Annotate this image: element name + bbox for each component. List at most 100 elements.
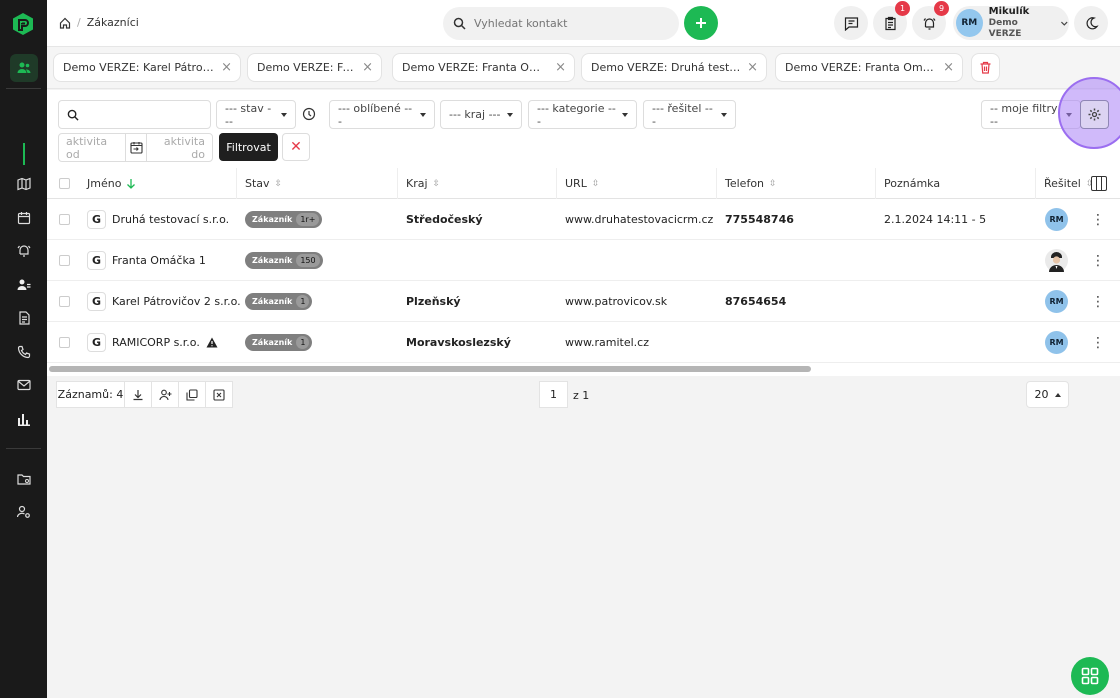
columns-toggle-icon[interactable] [1091,176,1107,191]
app-logo-icon[interactable] [11,12,35,36]
table-row[interactable]: G Franta Omáčka 1 Zákazník 150 ⋮ [47,240,1120,281]
messages-button[interactable] [834,6,868,40]
row-name[interactable]: RAMICORP s.r.o. [112,336,200,349]
tab-item[interactable]: Demo VERZE: Franta Omáčk... × [775,53,963,82]
statistics-icon[interactable] [10,405,38,433]
apps-grid-button[interactable] [1071,657,1109,695]
search-bar[interactable] [443,7,679,40]
category-select[interactable]: --- kategorie --- [528,100,637,129]
history-icon[interactable] [302,107,316,121]
activity-date-range[interactable]: aktivita od aktivita do [58,133,213,162]
row-name[interactable]: Karel Pátrovičov 2 s.r.o. [112,295,241,308]
row-checkbox[interactable] [59,296,70,307]
dark-mode-toggle[interactable] [1074,6,1108,40]
region-select[interactable]: --- kraj --- [440,100,522,129]
user-menu[interactable]: RM Mikulík Demo VERZE [953,6,1069,40]
close-icon[interactable]: × [362,60,373,75]
assignee-select[interactable]: --- řešitel --- [643,100,736,129]
map-icon[interactable] [10,170,38,198]
notifications-button[interactable]: 9 [912,1,949,40]
row-url[interactable]: www.patrovicov.sk [557,281,667,322]
tab-item[interactable]: Demo VERZE: Franta × [247,53,382,82]
filter-settings-button[interactable] [1080,100,1109,129]
tasks-button[interactable]: 1 [873,1,910,40]
row-name[interactable]: Franta Omáčka 1 [112,254,206,267]
more-vertical-icon[interactable]: ⋮ [1091,199,1105,240]
column-name[interactable]: Jméno [79,168,237,199]
row-name[interactable]: Druhá testovací s.r.o. [112,213,229,226]
search-input[interactable] [474,17,654,30]
activity-from-input[interactable]: aktivita od [59,135,119,161]
bell-alarm-icon[interactable] [10,237,38,265]
google-icon[interactable]: G [87,333,106,352]
breadcrumb-current: Zákazníci [86,16,139,29]
table-row[interactable]: G Karel Pátrovičov 2 s.r.o. Zákazník 1 Plz… [47,281,1120,322]
column-assignee[interactable]: Řešitel ⇳ [1036,168,1094,199]
contacts-icon[interactable] [10,271,38,299]
home-icon[interactable] [59,17,71,29]
column-status[interactable]: Stav ⇳ [237,168,398,199]
close-icon[interactable]: × [747,60,758,75]
row-checkbox[interactable] [59,255,70,266]
folder-settings-icon[interactable] [10,465,38,493]
per-page-select[interactable]: 20 [1026,381,1069,408]
customers-icon[interactable] [10,54,38,82]
more-vertical-icon[interactable]: ⋮ [1091,281,1105,322]
page-input[interactable]: 1 [539,381,568,408]
select-all-checkbox[interactable] [59,178,70,189]
row-url[interactable]: www.ramitel.cz [557,322,649,363]
document-icon[interactable] [10,304,38,332]
mail-icon[interactable] [10,371,38,399]
column-name-label: Jméno [87,177,122,190]
filter-button[interactable]: Filtrovat [219,133,278,161]
close-icon[interactable]: × [555,60,566,75]
user-settings-icon[interactable] [10,498,38,526]
row-name-cell[interactable]: G RAMICORP s.r.o. [79,322,218,363]
row-name-cell[interactable]: G Karel Pátrovičov 2 s.r.o. [79,281,241,322]
download-button[interactable] [124,381,152,408]
excel-export-button[interactable] [205,381,233,408]
more-vertical-icon[interactable]: ⋮ [1091,322,1105,363]
row-name-cell[interactable]: G Franta Omáčka 1 [79,240,206,281]
tab-item[interactable]: Demo VERZE: Franta Omáčka × [392,53,575,82]
table-row[interactable]: G RAMICORP s.r.o. Zákazník 1 Moravskoslezs… [47,322,1120,363]
calendar-icon[interactable] [10,204,38,232]
status-select[interactable]: --- stav --- [216,100,296,129]
tab-item[interactable]: Demo VERZE: Druhá testova... × [581,53,767,82]
status-count: 1r+ [296,213,320,226]
row-url[interactable]: www.druhatestovacicrm.cz [557,199,713,240]
copy-button[interactable] [178,381,206,408]
column-phone[interactable]: Telefon ⇳ [717,168,876,199]
column-url[interactable]: URL ⇳ [557,168,717,199]
column-region[interactable]: Kraj ⇳ [398,168,557,199]
row-assignee-cell: RM [1036,199,1068,240]
filter-search-input[interactable] [58,100,211,129]
status-badge: Zákazník 150 [245,252,323,269]
row-region: Plzeňský [406,295,461,308]
add-contact-button[interactable] [151,381,179,408]
copy-icon [186,388,198,401]
row-checkbox[interactable] [59,337,70,348]
row-name-cell[interactable]: G Druhá testovací s.r.o. [79,199,229,240]
favorites-select[interactable]: --- oblíbené --- [329,100,435,129]
date-range-icon[interactable] [125,134,148,161]
phone-icon[interactable] [10,338,38,366]
row-checkbox[interactable] [59,214,70,225]
table-row[interactable]: G Druhá testovací s.r.o. Zákazník 1r+ Stře… [47,199,1120,240]
close-icon[interactable]: × [943,60,954,75]
add-button[interactable] [684,6,718,40]
close-all-tabs-button[interactable] [971,53,1000,82]
google-icon[interactable]: G [87,292,106,311]
tab-item[interactable]: Demo VERZE: Karel Pátrovič... × [53,53,241,82]
google-icon[interactable]: G [87,210,106,229]
horizontal-scrollbar[interactable] [49,366,811,372]
row-phone[interactable]: 775548746 [717,199,794,240]
caret-down-icon [721,112,727,117]
google-icon[interactable]: G [87,251,106,270]
more-vertical-icon[interactable]: ⋮ [1091,240,1105,281]
caret-up-icon [1054,392,1061,397]
row-phone[interactable]: 87654654 [717,281,786,322]
clear-filters-button[interactable]: ✕ [282,133,310,161]
activity-to-input[interactable]: aktivita do [153,135,212,161]
close-icon[interactable]: × [221,60,232,75]
